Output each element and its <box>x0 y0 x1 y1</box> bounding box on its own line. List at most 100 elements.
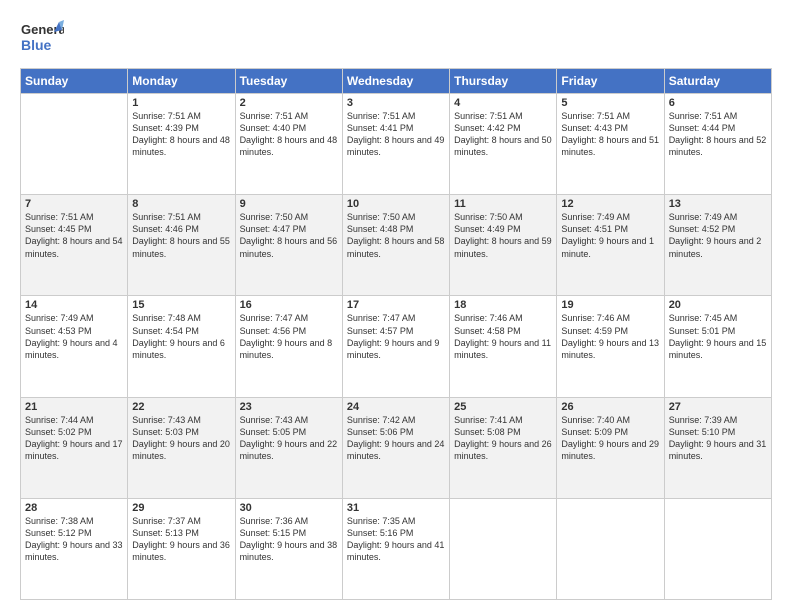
day-number: 21 <box>25 401 123 413</box>
sunrise-info: Sunrise: 7:43 AM <box>240 415 309 425</box>
day-number: 8 <box>132 198 230 210</box>
calendar-table: SundayMondayTuesdayWednesdayThursdayFrid… <box>20 68 772 600</box>
day-number: 30 <box>240 502 338 514</box>
sunset-info: Sunset: 4:41 PM <box>347 123 414 133</box>
daylight-info: Daylight: 9 hours and 29 minutes. <box>561 439 659 461</box>
sunrise-info: Sunrise: 7:51 AM <box>669 111 738 121</box>
day-number: 18 <box>454 299 552 311</box>
calendar-cell: 26 Sunrise: 7:40 AM Sunset: 5:09 PM Dayl… <box>557 397 664 498</box>
sunrise-info: Sunrise: 7:47 AM <box>240 313 309 323</box>
sunset-info: Sunset: 4:58 PM <box>454 326 521 336</box>
sunset-info: Sunset: 4:44 PM <box>669 123 736 133</box>
sunrise-info: Sunrise: 7:45 AM <box>669 313 738 323</box>
sunset-info: Sunset: 4:47 PM <box>240 224 307 234</box>
day-number: 31 <box>347 502 445 514</box>
logo-svg: General Blue <box>20 16 64 60</box>
sunset-info: Sunset: 5:10 PM <box>669 427 736 437</box>
day-number: 7 <box>25 198 123 210</box>
sunrise-info: Sunrise: 7:51 AM <box>561 111 630 121</box>
calendar-cell: 11 Sunrise: 7:50 AM Sunset: 4:49 PM Dayl… <box>450 195 557 296</box>
daylight-info: Daylight: 9 hours and 8 minutes. <box>240 338 333 360</box>
sunset-info: Sunset: 4:51 PM <box>561 224 628 234</box>
calendar-cell: 12 Sunrise: 7:49 AM Sunset: 4:51 PM Dayl… <box>557 195 664 296</box>
sunrise-info: Sunrise: 7:46 AM <box>561 313 630 323</box>
sunrise-info: Sunrise: 7:48 AM <box>132 313 201 323</box>
calendar-cell: 24 Sunrise: 7:42 AM Sunset: 5:06 PM Dayl… <box>342 397 449 498</box>
calendar-cell: 22 Sunrise: 7:43 AM Sunset: 5:03 PM Dayl… <box>128 397 235 498</box>
daylight-info: Daylight: 8 hours and 55 minutes. <box>132 236 230 258</box>
sunset-info: Sunset: 4:52 PM <box>669 224 736 234</box>
daylight-info: Daylight: 8 hours and 59 minutes. <box>454 236 552 258</box>
weekday-header-wednesday: Wednesday <box>342 69 449 94</box>
weekday-header-tuesday: Tuesday <box>235 69 342 94</box>
daylight-info: Daylight: 9 hours and 13 minutes. <box>561 338 659 360</box>
calendar-week-2: 7 Sunrise: 7:51 AM Sunset: 4:45 PM Dayli… <box>21 195 772 296</box>
daylight-info: Daylight: 8 hours and 51 minutes. <box>561 135 659 157</box>
sunrise-info: Sunrise: 7:43 AM <box>132 415 201 425</box>
sunrise-info: Sunrise: 7:35 AM <box>347 516 416 526</box>
daylight-info: Daylight: 9 hours and 15 minutes. <box>669 338 767 360</box>
day-number: 16 <box>240 299 338 311</box>
calendar-week-5: 28 Sunrise: 7:38 AM Sunset: 5:12 PM Dayl… <box>21 498 772 599</box>
sunset-info: Sunset: 4:43 PM <box>561 123 628 133</box>
daylight-info: Daylight: 9 hours and 22 minutes. <box>240 439 338 461</box>
daylight-info: Daylight: 9 hours and 2 minutes. <box>669 236 762 258</box>
calendar-cell: 18 Sunrise: 7:46 AM Sunset: 4:58 PM Dayl… <box>450 296 557 397</box>
sunrise-info: Sunrise: 7:51 AM <box>25 212 94 222</box>
calendar-cell: 25 Sunrise: 7:41 AM Sunset: 5:08 PM Dayl… <box>450 397 557 498</box>
sunset-info: Sunset: 5:16 PM <box>347 528 414 538</box>
calendar-cell: 14 Sunrise: 7:49 AM Sunset: 4:53 PM Dayl… <box>21 296 128 397</box>
sunset-info: Sunset: 4:48 PM <box>347 224 414 234</box>
day-number: 22 <box>132 401 230 413</box>
day-number: 24 <box>347 401 445 413</box>
day-number: 13 <box>669 198 767 210</box>
calendar-cell: 15 Sunrise: 7:48 AM Sunset: 4:54 PM Dayl… <box>128 296 235 397</box>
weekday-header-friday: Friday <box>557 69 664 94</box>
sunset-info: Sunset: 4:54 PM <box>132 326 199 336</box>
calendar-cell <box>557 498 664 599</box>
sunset-info: Sunset: 5:15 PM <box>240 528 307 538</box>
sunrise-info: Sunrise: 7:51 AM <box>132 111 201 121</box>
weekday-header-sunday: Sunday <box>21 69 128 94</box>
sunset-info: Sunset: 4:40 PM <box>240 123 307 133</box>
sunrise-info: Sunrise: 7:51 AM <box>454 111 523 121</box>
day-number: 5 <box>561 97 659 109</box>
calendar-cell: 23 Sunrise: 7:43 AM Sunset: 5:05 PM Dayl… <box>235 397 342 498</box>
sunrise-info: Sunrise: 7:50 AM <box>347 212 416 222</box>
sunrise-info: Sunrise: 7:51 AM <box>132 212 201 222</box>
sunrise-info: Sunrise: 7:38 AM <box>25 516 94 526</box>
calendar-cell <box>450 498 557 599</box>
day-number: 23 <box>240 401 338 413</box>
sunrise-info: Sunrise: 7:42 AM <box>347 415 416 425</box>
svg-text:Blue: Blue <box>21 37 52 53</box>
sunrise-info: Sunrise: 7:49 AM <box>561 212 630 222</box>
daylight-info: Daylight: 8 hours and 52 minutes. <box>669 135 767 157</box>
sunset-info: Sunset: 4:46 PM <box>132 224 199 234</box>
sunset-info: Sunset: 4:39 PM <box>132 123 199 133</box>
day-number: 26 <box>561 401 659 413</box>
calendar-cell: 17 Sunrise: 7:47 AM Sunset: 4:57 PM Dayl… <box>342 296 449 397</box>
calendar-cell: 20 Sunrise: 7:45 AM Sunset: 5:01 PM Dayl… <box>664 296 771 397</box>
sunset-info: Sunset: 4:56 PM <box>240 326 307 336</box>
day-number: 15 <box>132 299 230 311</box>
sunrise-info: Sunrise: 7:37 AM <box>132 516 201 526</box>
daylight-info: Daylight: 8 hours and 48 minutes. <box>132 135 230 157</box>
weekday-header-monday: Monday <box>128 69 235 94</box>
calendar-cell: 6 Sunrise: 7:51 AM Sunset: 4:44 PM Dayli… <box>664 94 771 195</box>
sunset-info: Sunset: 4:59 PM <box>561 326 628 336</box>
sunrise-info: Sunrise: 7:49 AM <box>669 212 738 222</box>
sunrise-info: Sunrise: 7:41 AM <box>454 415 523 425</box>
calendar-week-1: 1 Sunrise: 7:51 AM Sunset: 4:39 PM Dayli… <box>21 94 772 195</box>
daylight-info: Daylight: 9 hours and 24 minutes. <box>347 439 445 461</box>
day-number: 27 <box>669 401 767 413</box>
day-number: 12 <box>561 198 659 210</box>
sunset-info: Sunset: 5:02 PM <box>25 427 92 437</box>
sunset-info: Sunset: 5:12 PM <box>25 528 92 538</box>
daylight-info: Daylight: 9 hours and 31 minutes. <box>669 439 767 461</box>
daylight-info: Daylight: 8 hours and 54 minutes. <box>25 236 123 258</box>
daylight-info: Daylight: 9 hours and 6 minutes. <box>132 338 225 360</box>
day-number: 3 <box>347 97 445 109</box>
daylight-info: Daylight: 9 hours and 17 minutes. <box>25 439 123 461</box>
calendar-cell: 13 Sunrise: 7:49 AM Sunset: 4:52 PM Dayl… <box>664 195 771 296</box>
day-number: 1 <box>132 97 230 109</box>
